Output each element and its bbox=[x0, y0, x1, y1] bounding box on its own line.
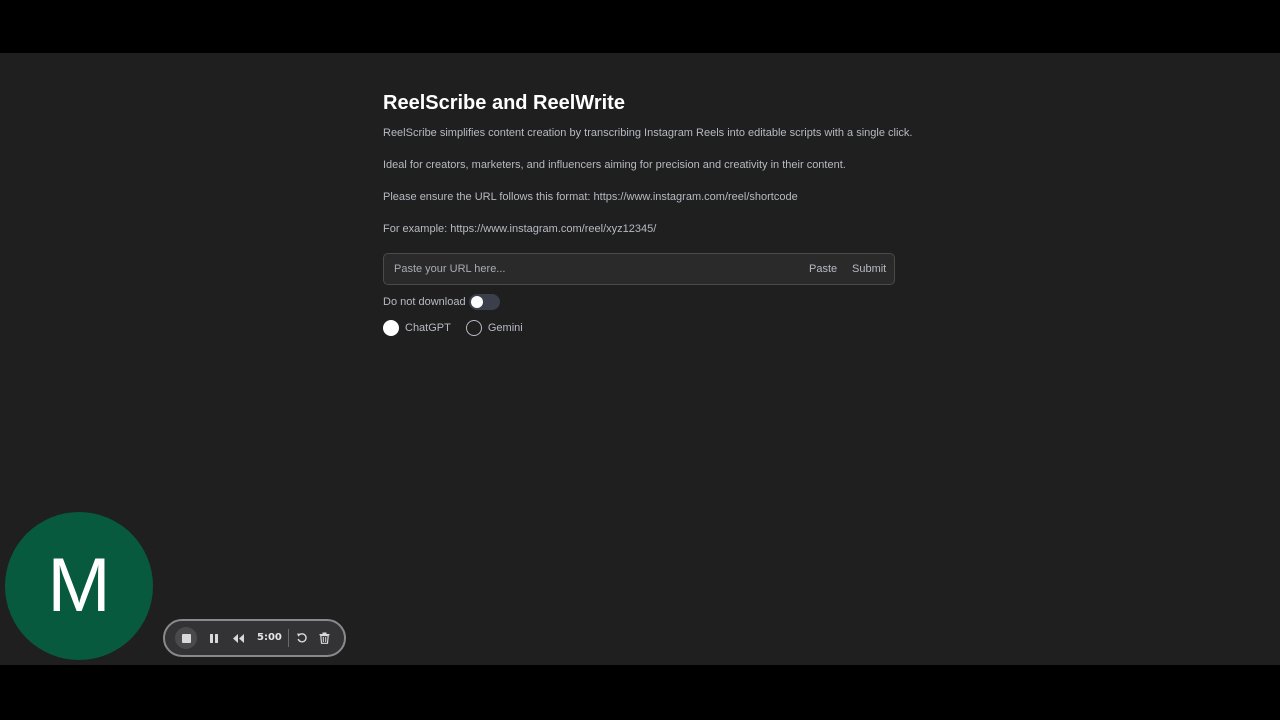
pause-button[interactable] bbox=[207, 621, 221, 655]
example-paragraph: For example: https://www.instagram.com/r… bbox=[383, 223, 657, 235]
rewind-button[interactable] bbox=[231, 621, 245, 655]
model-radio-group: ChatGPT Gemini bbox=[383, 320, 523, 336]
pause-icon bbox=[210, 633, 218, 643]
radio-chatgpt[interactable] bbox=[383, 320, 399, 336]
url-form: Paste Submit bbox=[383, 253, 895, 285]
recording-toolbar: 5:00 bbox=[163, 619, 346, 657]
radio-option-gemini[interactable]: Gemini bbox=[465, 320, 523, 336]
download-toggle-label: Do not download bbox=[383, 296, 466, 308]
avatar: M bbox=[5, 512, 153, 660]
restart-button[interactable] bbox=[295, 621, 309, 655]
main-content: ReelScribe and ReelWrite ReelScribe simp… bbox=[383, 91, 912, 336]
page: ReelScribe and ReelWrite ReelScribe simp… bbox=[0, 53, 1280, 665]
rewind-icon bbox=[232, 633, 244, 643]
radio-label-gemini: Gemini bbox=[487, 322, 523, 334]
toggle-knob bbox=[470, 296, 483, 308]
toolbar-divider bbox=[288, 629, 289, 647]
page-title: ReelScribe and ReelWrite bbox=[383, 92, 625, 114]
letterbox-bottom bbox=[0, 665, 1280, 720]
submit-button[interactable]: Submit bbox=[852, 254, 886, 284]
letterbox-top bbox=[0, 0, 1280, 53]
delete-button[interactable] bbox=[317, 621, 331, 655]
audience-paragraph: Ideal for creators, marketers, and influ… bbox=[383, 159, 846, 171]
trash-icon bbox=[319, 632, 329, 644]
radio-label-chatgpt: ChatGPT bbox=[405, 322, 451, 334]
paste-button[interactable]: Paste bbox=[809, 254, 837, 284]
radio-option-chatgpt[interactable]: ChatGPT bbox=[383, 320, 451, 336]
url-input[interactable] bbox=[394, 254, 794, 284]
radio-gemini[interactable] bbox=[465, 320, 482, 336]
stop-button[interactable] bbox=[175, 627, 197, 649]
recording-timer: 5:00 bbox=[257, 632, 282, 643]
format-paragraph: Please ensure the URL follows this forma… bbox=[383, 191, 798, 203]
download-toggle[interactable] bbox=[468, 294, 500, 310]
download-toggle-row: Do not download bbox=[383, 294, 500, 310]
restart-icon bbox=[297, 633, 307, 643]
stop-icon bbox=[181, 633, 191, 643]
intro-paragraph: ReelScribe simplifies content creation b… bbox=[383, 127, 913, 139]
